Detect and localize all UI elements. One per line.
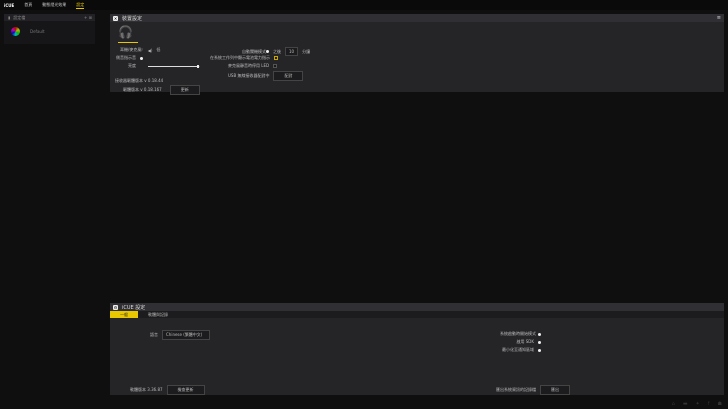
chat-icon[interactable]: ▬ <box>683 401 688 407</box>
export-button[interactable]: 匯出 <box>540 385 570 395</box>
social-links: ⌂ ▬ ✦ f ☗ <box>672 401 722 407</box>
home-icon[interactable]: ⌂ <box>672 401 675 407</box>
icue-settings-title: iCUE 設定 <box>122 304 146 311</box>
wrench-icon: ✕ <box>113 15 118 21</box>
after-label: 之後 <box>273 48 281 54</box>
device-settings-panel: ✕ 裝置設定 ≡ 🎧 耳機/麥克風 ⌔ ◀) 低 側音指示音 亮度 接收器韌體版本 v 0… <box>110 14 724 95</box>
update-button[interactable]: 更新 <box>169 85 200 95</box>
nav-home[interactable]: 首頁 <box>24 2 32 8</box>
gear-icon: ⚙ <box>113 304 118 310</box>
startup-toggle[interactable] <box>538 332 541 336</box>
profile-item[interactable]: Default <box>4 21 95 36</box>
sdk-toggle[interactable] <box>538 340 541 344</box>
menu-icon[interactable]: ≡ <box>717 15 721 21</box>
language-select[interactable]: Chinese (繁體中文) <box>162 330 210 340</box>
headset-device-tab[interactable]: 🎧 <box>118 25 138 43</box>
profile-icon: ▮ <box>8 15 11 20</box>
community-icon[interactable]: ☗ <box>718 401 722 407</box>
sleep-label: 自動關機模式 <box>242 48 266 54</box>
notice-toggle[interactable] <box>140 56 143 60</box>
language-label: 語言 <box>150 332 158 337</box>
top-nav: iCUE 首頁 動態燈光效果 設定 <box>0 0 728 10</box>
software-version: 軟體版本 3.36.87 <box>130 387 163 392</box>
mic-value: 低 <box>156 47 161 52</box>
brightness-slider[interactable] <box>148 64 200 68</box>
firmware-version: 韌體版本 v 0.18.167 <box>123 87 162 92</box>
profile-name: Default <box>30 29 45 34</box>
wireless-icon: ⌔ <box>140 47 144 52</box>
app-logo: iCUE <box>4 2 15 8</box>
mic-label: 耳機/麥克風 <box>120 47 142 52</box>
tab-software-logs[interactable]: 軟體與記錄 <box>138 311 178 318</box>
device-settings-title: 裝置設定 <box>122 15 143 22</box>
nav-lighting[interactable]: 動態燈光效果 <box>42 2 66 8</box>
nav-settings[interactable]: 設定 <box>76 2 85 9</box>
pair-label: USB 無線接收器配對中 <box>228 73 270 78</box>
minutes-unit: 分鐘 <box>302 48 311 54</box>
led-checkbox[interactable] <box>273 64 278 68</box>
sdk-option-label: 啟用 SDK <box>516 339 534 344</box>
add-profile-button[interactable]: + ⊞ <box>84 15 92 20</box>
check-update-button[interactable]: 檢查更新 <box>166 385 205 395</box>
battery-label: 在系統工作列中顯示電池電力指示 <box>210 55 270 60</box>
startup-option-label: 系統啟動時開始模式 <box>500 331 536 336</box>
export-label: 匯出系統資訊的記錄檔 <box>496 387 536 392</box>
twitter-icon[interactable]: ✦ <box>696 401 700 407</box>
facebook-icon[interactable]: f <box>708 401 710 407</box>
sleep-toggle[interactable] <box>266 50 269 53</box>
profile-icon <box>11 27 20 36</box>
tray-option-label: 最小化至通知區域 <box>502 347 534 352</box>
profiles-panel: ▮ 設定檔 + ⊞ Default <box>4 14 95 44</box>
tray-toggle[interactable] <box>538 348 541 352</box>
brightness-label: 亮度 <box>128 63 136 68</box>
profiles-title: 設定檔 <box>13 14 26 20</box>
notice-label: 側音指示音 <box>116 55 136 60</box>
led-label: 麥克風靜音時停用 LED <box>228 63 270 68</box>
pair-button[interactable]: 配對 <box>273 71 304 81</box>
battery-checkbox[interactable] <box>274 56 278 60</box>
tab-general[interactable]: 一般 <box>110 311 138 318</box>
icue-settings-panel: ⚙ iCUE 設定 一般 軟體與記錄 語言 Chinese (繁體中文) 軟體版本 3… <box>110 303 724 395</box>
speaker-icon: ◀) <box>147 47 153 53</box>
minutes-input[interactable]: 10 <box>285 47 299 56</box>
receiver-firmware-version: 接收器韌體版本 v 0.18.44 <box>115 78 164 83</box>
